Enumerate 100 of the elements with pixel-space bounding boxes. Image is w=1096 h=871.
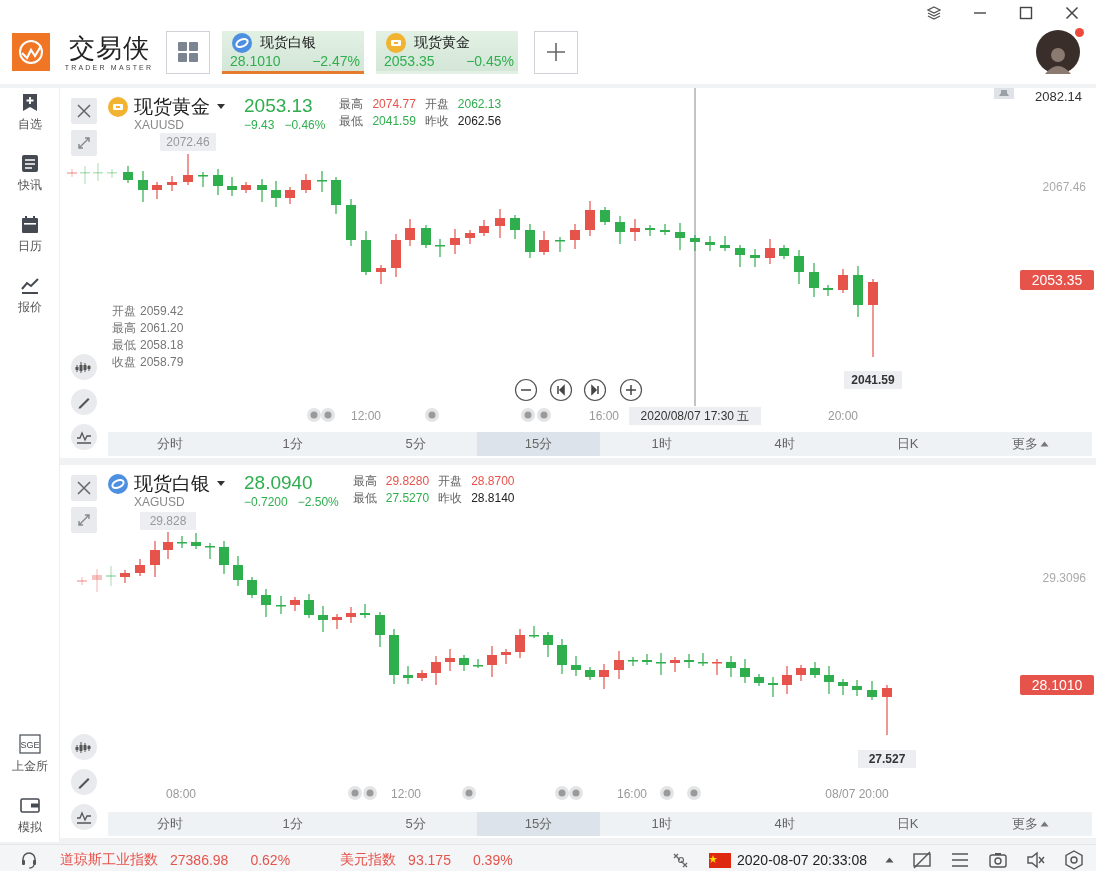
ohlc-label: 最低 [112, 338, 136, 352]
draw-button[interactable] [71, 389, 97, 415]
next-button[interactable] [583, 378, 607, 402]
candle [495, 208, 505, 239]
draw-button[interactable] [71, 769, 97, 795]
slashed-square-icon[interactable] [912, 850, 932, 870]
indicator-icon [76, 430, 92, 444]
maximize-icon[interactable] [1019, 6, 1033, 20]
indicator-button[interactable] [71, 804, 97, 830]
candle [150, 540, 160, 578]
candle [501, 648, 511, 665]
candle [656, 652, 666, 676]
event-marker-icon[interactable] [462, 786, 476, 800]
period-tab[interactable]: 5分 [354, 432, 477, 456]
ingot-icon [108, 97, 128, 117]
sidebar-item[interactable]: 报价 [3, 275, 56, 316]
layout-button[interactable] [166, 30, 210, 74]
coin-icon [108, 474, 128, 494]
period-tab[interactable]: 4时 [723, 812, 846, 836]
candle [824, 665, 834, 695]
headset-icon[interactable] [20, 851, 38, 869]
stat-label: 开盘 [438, 474, 463, 489]
caret-icon[interactable] [885, 857, 894, 863]
camera-icon[interactable] [988, 850, 1008, 870]
list-icon[interactable] [950, 850, 970, 870]
layers-icon[interactable] [927, 6, 941, 20]
mute-icon[interactable] [1026, 850, 1046, 870]
stat-value: 2041.59 [372, 114, 416, 129]
candle [779, 244, 789, 260]
more-button[interactable]: 更多 [969, 812, 1092, 836]
close-icon[interactable] [1065, 6, 1079, 20]
period-tab[interactable]: 1时 [600, 432, 723, 456]
more-button[interactable]: 更多 [969, 432, 1092, 456]
period-tab[interactable]: 4时 [723, 432, 846, 456]
event-marker-icon[interactable] [537, 408, 551, 422]
time-label: 08/07 20:00 [825, 787, 889, 801]
candle [670, 656, 680, 673]
period-tab[interactable]: 日K [846, 432, 969, 456]
candle [213, 168, 223, 196]
chart-type-button[interactable] [71, 354, 97, 380]
candle [479, 219, 489, 237]
ohlc-label: 开盘 [112, 304, 136, 318]
period-tab[interactable]: 1分 [231, 812, 354, 836]
quote-tab[interactable]: 现货黄金 2053.35 −0.45% [376, 30, 518, 74]
time-label: 12:00 [391, 787, 421, 801]
candle [585, 666, 595, 681]
event-marker-icon[interactable] [348, 786, 362, 800]
period-tab[interactable]: 分时 [108, 432, 231, 456]
close-button[interactable] [71, 475, 97, 501]
instrument-name[interactable]: 现货白银 [134, 472, 210, 496]
settings-icon[interactable] [1064, 850, 1084, 870]
candle [301, 173, 311, 194]
candle [450, 228, 460, 255]
last-price-tag: 28.1010 [1020, 675, 1094, 695]
stat-value: 27.5270 [385, 491, 430, 506]
previous-button[interactable] [549, 378, 573, 402]
price-change: −0.7200 [244, 494, 288, 510]
event-marker-icon[interactable] [521, 408, 535, 422]
caret-icon[interactable] [216, 480, 226, 488]
ohlc-label: 收盘 [112, 355, 136, 369]
indicator-button[interactable] [71, 424, 97, 450]
period-tab[interactable]: 15分 [477, 432, 600, 456]
event-marker-icon[interactable] [321, 408, 335, 422]
event-marker-icon[interactable] [687, 786, 701, 800]
sidebar-item[interactable]: 快讯 [3, 153, 56, 194]
sidebar-item[interactable]: 模拟 [3, 795, 56, 836]
candle [735, 244, 745, 268]
event-marker-icon[interactable] [555, 786, 569, 800]
candle [445, 648, 455, 672]
period-tab[interactable]: 1时 [600, 812, 723, 836]
sidebar-item[interactable]: 日历 [3, 214, 56, 255]
instrument-name[interactable]: 现货黄金 [134, 95, 210, 119]
event-marker-icon[interactable] [569, 786, 583, 800]
add-tab-button[interactable] [534, 30, 578, 74]
period-tab[interactable]: 分时 [108, 812, 231, 836]
candle [867, 680, 877, 701]
candle [191, 532, 201, 550]
event-marker-icon[interactable] [660, 786, 674, 800]
sidebar-item[interactable]: SGE 上金所 [3, 734, 56, 775]
sidebar-item[interactable]: 自选 [3, 92, 56, 133]
chart-type-button[interactable] [71, 734, 97, 760]
candle [346, 606, 356, 624]
quote-tab[interactable]: 现货白银 28.1010 −2.47% [222, 30, 364, 74]
event-marker-icon[interactable] [425, 408, 439, 422]
period-tab[interactable]: 1分 [231, 432, 354, 456]
caret-icon[interactable] [216, 103, 226, 111]
candle [227, 176, 237, 197]
axis-label: 29.3096 [1042, 571, 1086, 585]
candle [107, 168, 117, 179]
period-tab[interactable]: 15分 [477, 812, 600, 836]
event-marker-icon[interactable] [307, 408, 321, 422]
period-tab[interactable]: 5分 [354, 812, 477, 836]
candle [431, 655, 441, 686]
zoom-in-button[interactable] [619, 378, 643, 402]
zoom-out-button[interactable] [514, 378, 538, 402]
close-button[interactable] [71, 98, 97, 124]
period-tab[interactable]: 日K [846, 812, 969, 836]
time-label: 12:00 [351, 409, 381, 423]
time-label: 20:00 [828, 409, 858, 423]
event-marker-icon[interactable] [363, 786, 377, 800]
